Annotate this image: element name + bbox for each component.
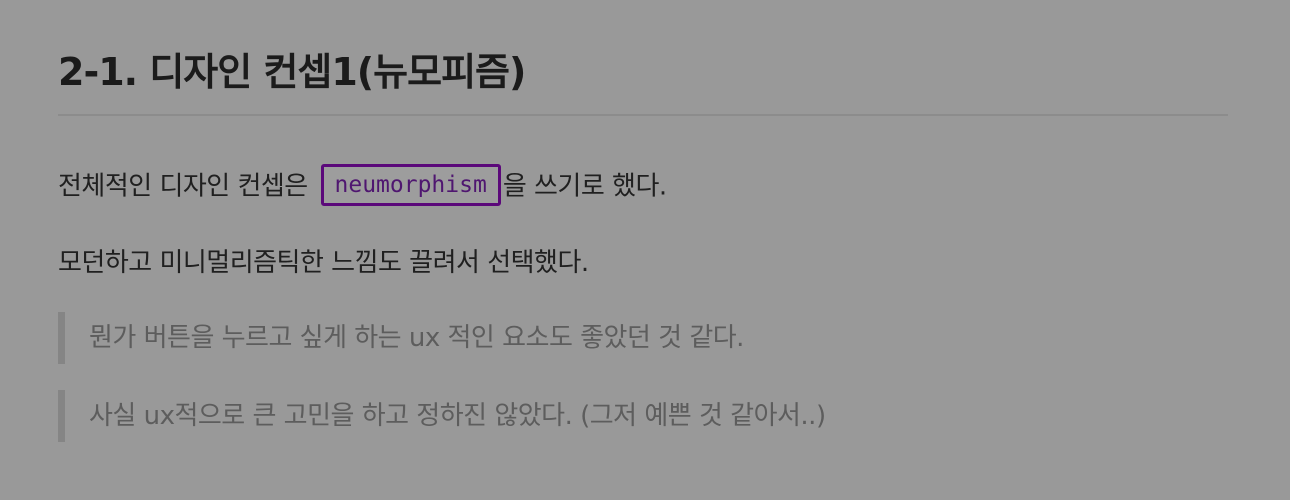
- inline-code-neumorphism: neumorphism: [320, 164, 501, 206]
- heading-divider: [58, 114, 1228, 116]
- blockquote-ux-button: 뭔가 버튼을 누르고 싶게 하는 ux 적인 요소도 좋았던 것 같다.: [58, 312, 744, 364]
- paragraph-reason: 모던하고 미니멀리즘틱한 느낌도 끌려서 선택했다.: [58, 248, 589, 278]
- document-page: 2-1. 디자인 컨셉1(뉴모피즘) 전체적인 디자인 컨셉은 neumorph…: [0, 0, 1290, 500]
- paragraph-concept: 전체적인 디자인 컨셉은 neumorphism 을 쓰기로 했다.: [58, 164, 667, 208]
- blockquote-ux-decision: 사실 ux적으로 큰 고민을 하고 정하진 않았다. (그저 예쁜 것 같아서.…: [58, 390, 826, 442]
- paragraph-concept-text-before: 전체적인 디자인 컨셉은: [58, 171, 316, 202]
- section-heading: 2-1. 디자인 컨셉1(뉴모피즘): [58, 50, 526, 94]
- paragraph-concept-text-after: 을 쓰기로 했다.: [502, 171, 667, 202]
